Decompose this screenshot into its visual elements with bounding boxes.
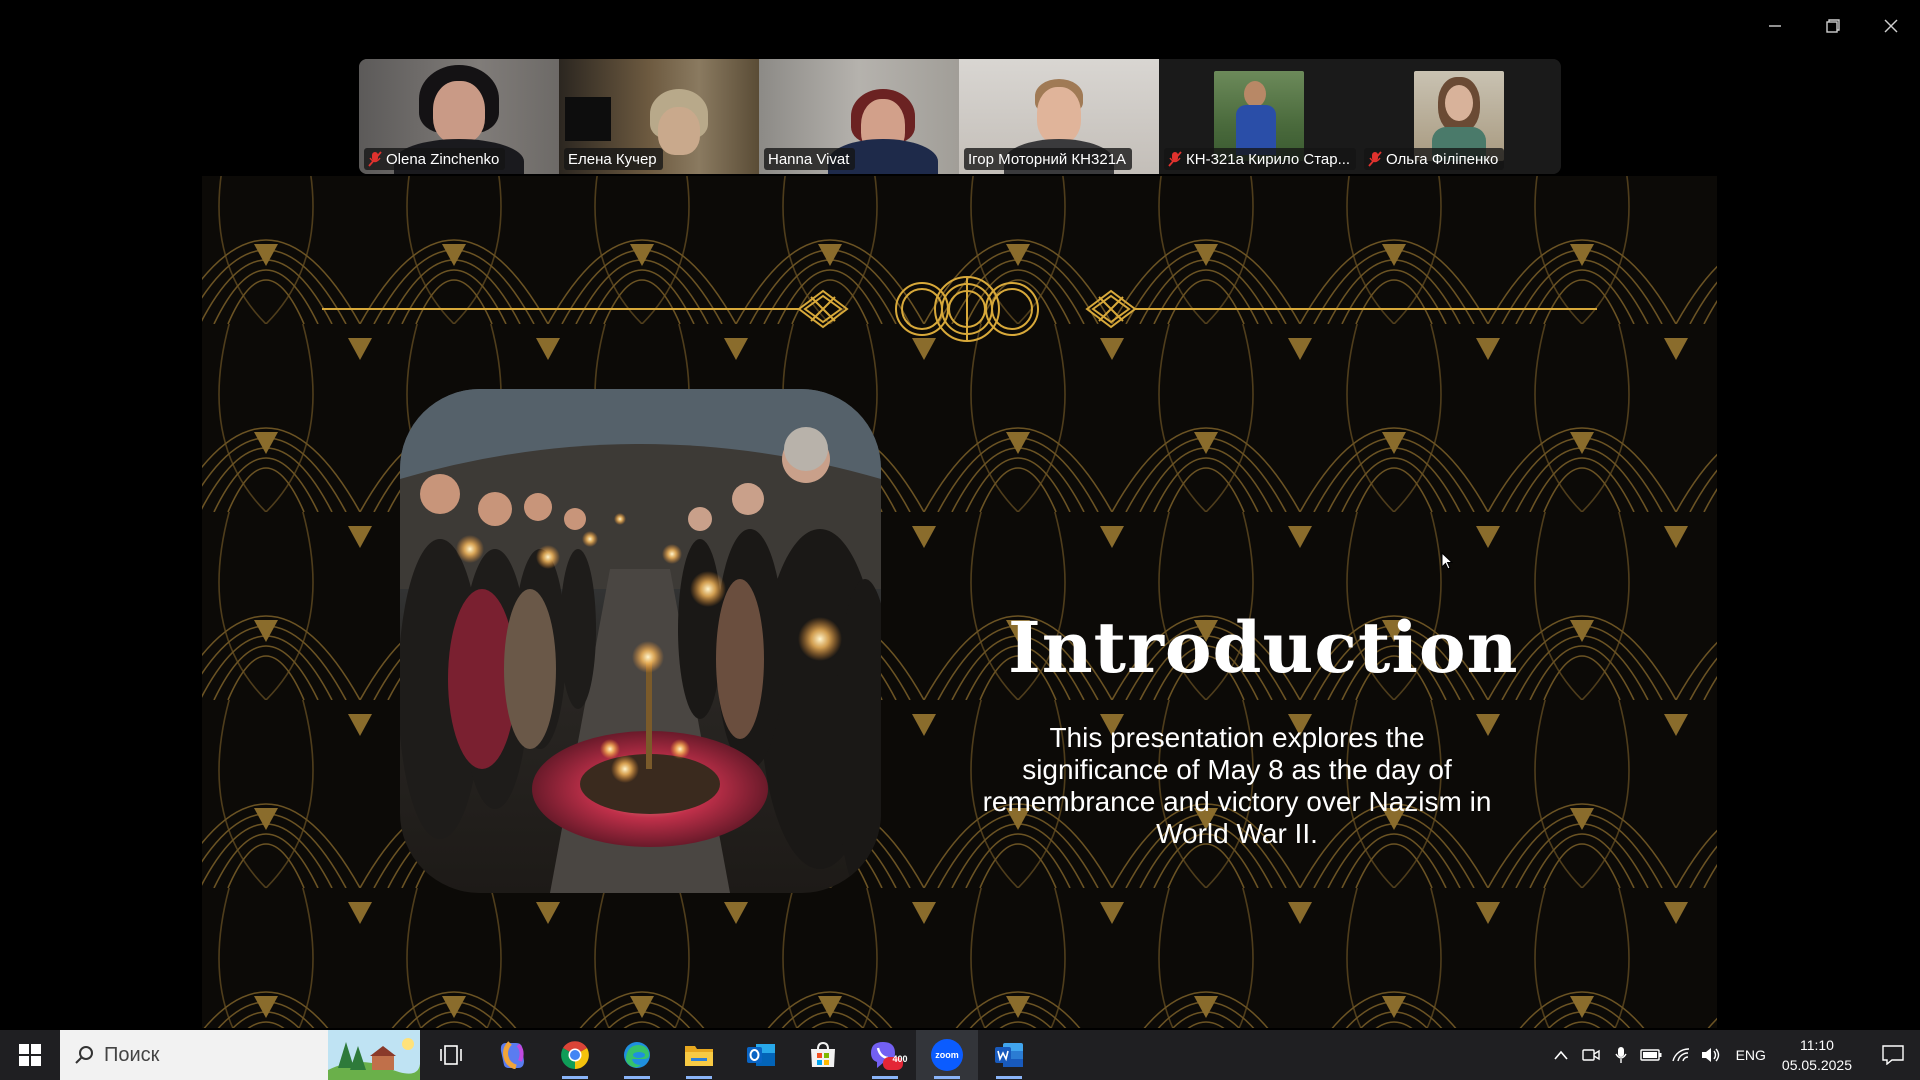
video-feed xyxy=(433,81,485,143)
search-icon xyxy=(75,1046,93,1064)
outlook-button[interactable] xyxy=(730,1030,792,1080)
camera-icon xyxy=(1581,1049,1600,1061)
participant-tile[interactable]: Елена Кучер xyxy=(559,59,759,174)
store-icon xyxy=(811,1041,835,1067)
participant-name: КН-321а Кирило Стар... xyxy=(1186,150,1351,168)
system-tray: ENG 11:10 05.05.2025 xyxy=(1546,1030,1920,1080)
outlook-icon xyxy=(747,1044,775,1066)
taskbar-search-box[interactable]: Поиск xyxy=(60,1030,420,1080)
notifications-icon xyxy=(1882,1045,1904,1065)
volume-tray-button[interactable] xyxy=(1696,1030,1726,1080)
participant-name: Ольга Філіпенко xyxy=(1386,150,1499,168)
slide-body-text: This presentation explores the significa… xyxy=(982,722,1492,849)
mic-muted-icon xyxy=(1368,151,1382,167)
minimize-button[interactable] xyxy=(1746,0,1804,52)
speaker-icon xyxy=(1701,1048,1719,1062)
microphone-icon xyxy=(1614,1047,1627,1063)
participant-name-tag: Ігор Моторний КН321А xyxy=(964,148,1133,170)
chevron-up-icon xyxy=(1553,1050,1568,1060)
copilot-button[interactable] xyxy=(482,1030,544,1080)
action-center-button[interactable] xyxy=(1866,1030,1920,1080)
video-feed xyxy=(565,97,611,141)
participant-name-tag: Ольга Філіпенко xyxy=(1364,148,1505,170)
slide-title: Introduction xyxy=(1008,606,1519,689)
slide-image-candlelight-vigil xyxy=(400,389,881,893)
chrome-icon xyxy=(561,1041,589,1069)
viber-button[interactable]: 400 xyxy=(854,1030,916,1080)
search-placeholder: Поиск xyxy=(104,1043,160,1066)
battery-tray-button[interactable] xyxy=(1636,1030,1666,1080)
window-controls xyxy=(1746,0,1920,52)
participant-name: Ігор Моторний КН321А xyxy=(968,150,1127,168)
edge-icon xyxy=(624,1042,650,1068)
participant-tile[interactable]: Hanna Vivat xyxy=(759,59,959,174)
participant-name-tag: КН-321а Кирило Стар... xyxy=(1164,148,1357,170)
store-button[interactable] xyxy=(792,1030,854,1080)
battery-icon xyxy=(1639,1049,1662,1061)
minimize-icon xyxy=(1769,25,1781,27)
edge-button[interactable] xyxy=(606,1030,668,1080)
participant-name-tag: Olena Zinchenko xyxy=(364,148,506,170)
mic-muted-icon xyxy=(368,151,382,167)
wifi-tray-button[interactable] xyxy=(1666,1030,1696,1080)
participant-tile[interactable]: КН-321а Кирило Стар... xyxy=(1159,59,1359,174)
clock-time: 11:10 xyxy=(1799,1037,1834,1053)
participant-name: Hanna Vivat xyxy=(768,150,850,168)
task-view-icon xyxy=(440,1045,462,1065)
viber-unread-badge: 400 xyxy=(892,1054,908,1064)
participant-name-tag: Hanna Vivat xyxy=(764,148,856,170)
shared-screen-slide: Introduction This presentation explores … xyxy=(202,176,1717,1028)
clock-date: 05.05.2025 xyxy=(1781,1057,1852,1073)
chrome-button[interactable] xyxy=(544,1030,606,1080)
windows-logo-icon xyxy=(19,1044,41,1066)
participant-tile-active-speaker[interactable]: Ігор Моторний КН321А xyxy=(959,59,1159,174)
zoom-button[interactable]: zoom xyxy=(916,1030,978,1080)
participant-name: Olena Zinchenko xyxy=(386,150,500,168)
show-hidden-icons-button[interactable] xyxy=(1546,1030,1576,1080)
word-icon xyxy=(995,1043,1023,1067)
copilot-icon xyxy=(500,1041,524,1069)
windows-taskbar: Поиск 400 zoom ENG 11:10 05.05.2025 xyxy=(0,1030,1920,1080)
input-language-indicator[interactable]: ENG xyxy=(1726,1047,1776,1063)
participant-strip: Olena Zinchenko Елена Кучер Hanna Vivat … xyxy=(359,59,1561,174)
mic-muted-icon xyxy=(1168,151,1182,167)
participant-name-tag: Елена Кучер xyxy=(564,148,663,170)
participant-tile[interactable]: Ольга Філіпенко xyxy=(1359,59,1559,174)
search-highlight-art xyxy=(328,1030,420,1080)
video-feed xyxy=(658,107,700,155)
participant-tile[interactable]: Olena Zinchenko xyxy=(359,59,559,174)
word-button[interactable] xyxy=(978,1030,1040,1080)
start-button[interactable] xyxy=(0,1030,60,1080)
task-view-button[interactable] xyxy=(420,1030,482,1080)
close-icon xyxy=(1884,19,1898,33)
taskbar-clock[interactable]: 11:10 05.05.2025 xyxy=(1776,1035,1866,1075)
mouse-cursor-icon xyxy=(1441,552,1453,570)
restore-button[interactable] xyxy=(1804,0,1862,52)
participant-name: Елена Кучер xyxy=(568,150,657,168)
microphone-tray-button[interactable] xyxy=(1606,1030,1636,1080)
video-feed xyxy=(1037,87,1081,143)
close-button[interactable] xyxy=(1862,0,1920,52)
restore-icon xyxy=(1826,19,1840,33)
camera-tray-button[interactable] xyxy=(1576,1030,1606,1080)
file-explorer-button[interactable] xyxy=(668,1030,730,1080)
zoom-icon: zoom xyxy=(931,1039,963,1071)
file-explorer-icon xyxy=(685,1046,713,1066)
wifi-icon xyxy=(1671,1048,1689,1062)
